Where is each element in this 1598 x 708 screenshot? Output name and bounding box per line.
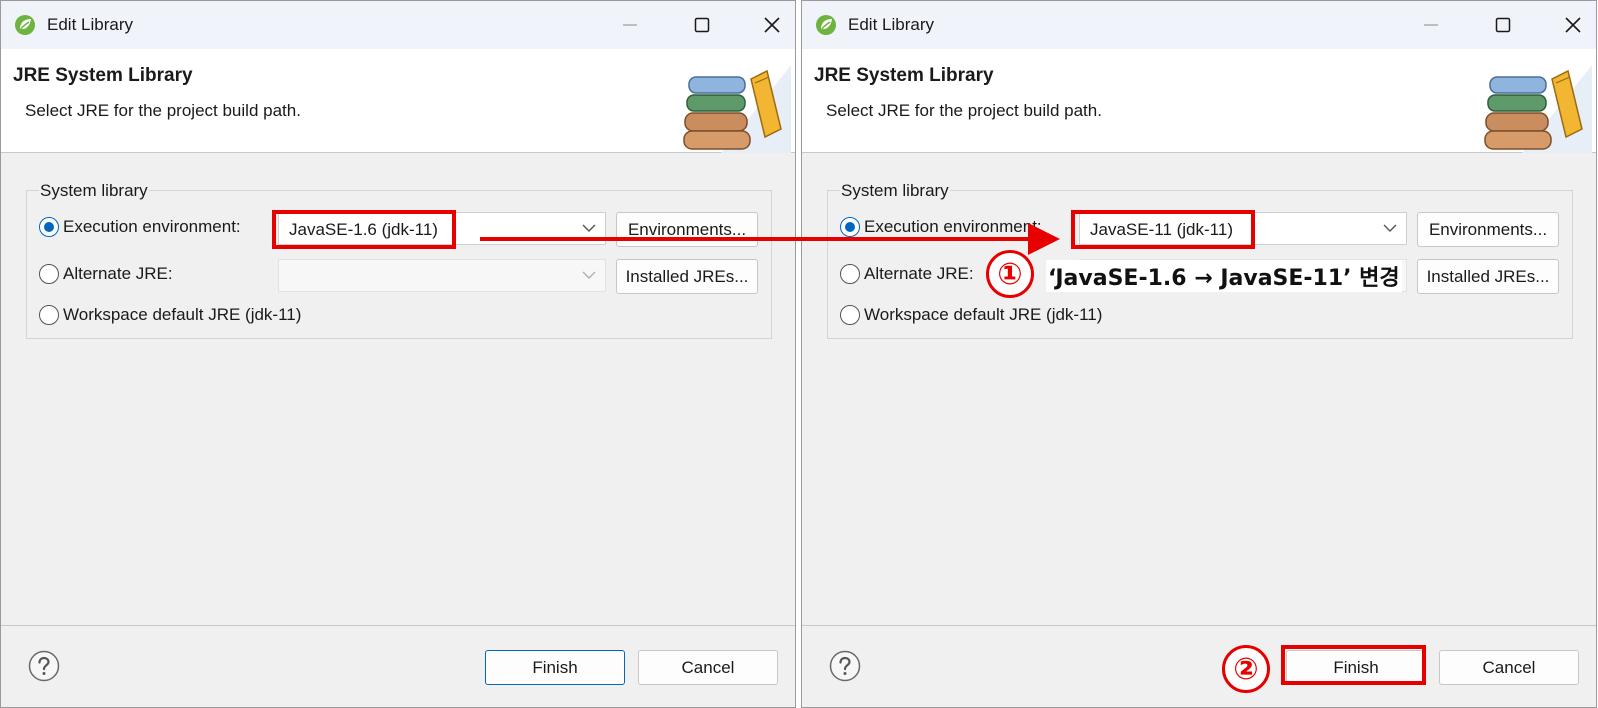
- step-1-text: ‘JavaSE-1.6 → JavaSE-11’ 변경: [1046, 260, 1402, 292]
- annotation-layer: ① ‘JavaSE-1.6 → JavaSE-11’ 변경 ②: [0, 0, 1598, 708]
- step-2-marker: ②: [1222, 645, 1270, 693]
- highlight-finish-button: [1281, 645, 1426, 685]
- step-1-marker: ①: [986, 250, 1034, 298]
- highlight-new-value: [1071, 210, 1255, 249]
- highlight-old-value: [272, 210, 456, 249]
